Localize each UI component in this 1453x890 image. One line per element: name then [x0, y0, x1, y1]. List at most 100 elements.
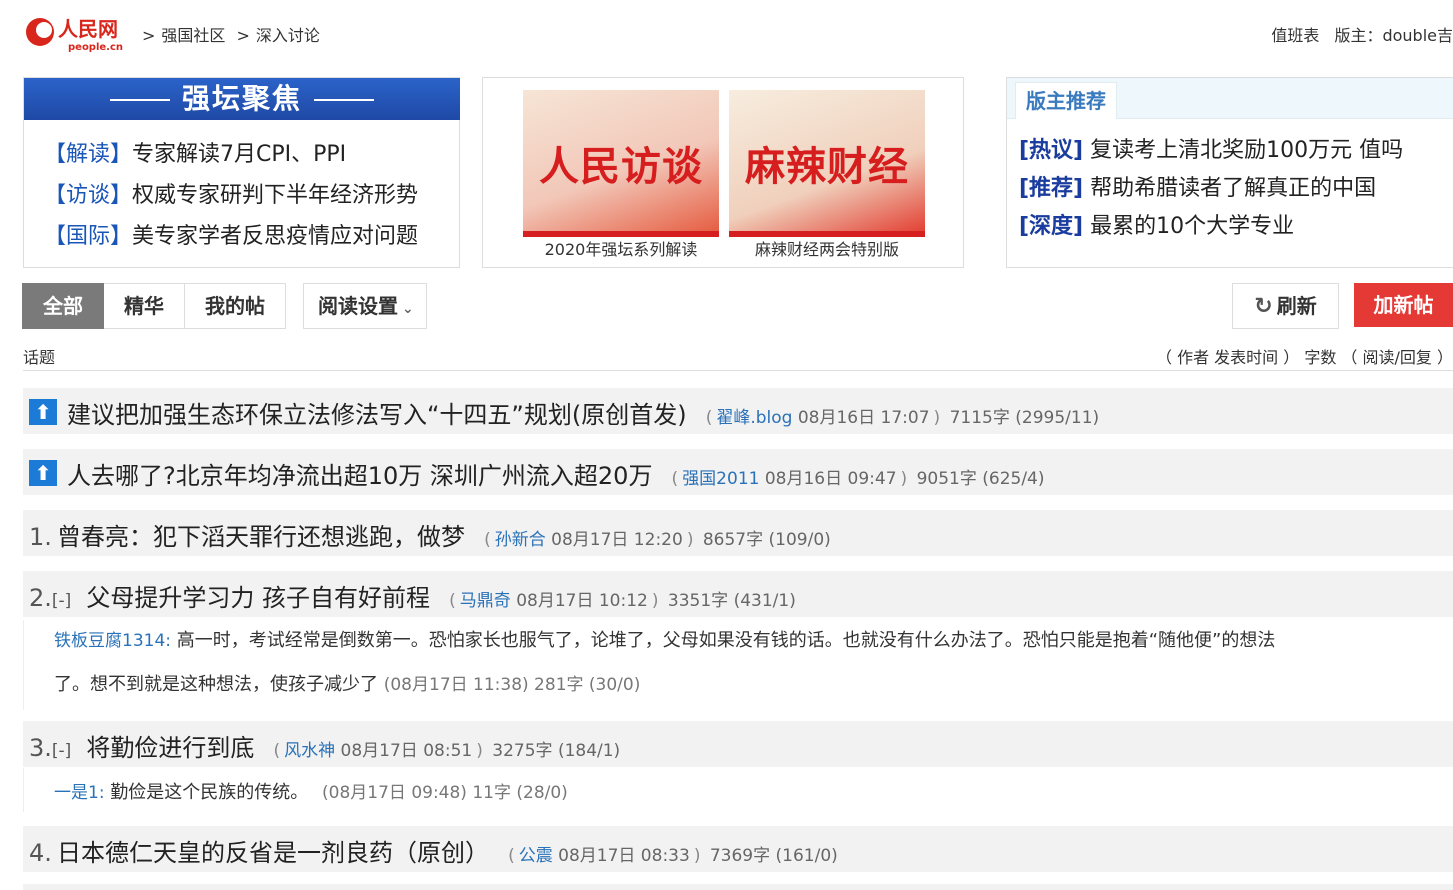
- reply-text[interactable]: 了。想不到就是这种想法，使孩子减少了: [54, 674, 378, 695]
- moderator-label: 版主：double吉: [1334, 26, 1453, 45]
- recommend-item[interactable]: [深度] 最累的10个大学专业: [1019, 210, 1403, 248]
- refresh-button[interactable]: ↻ 刷新: [1232, 283, 1339, 329]
- table-row: 4. 日本德仁天皇的反省是一剂良药（原创） (公震 08月17日 08:33) …: [23, 826, 1453, 872]
- thread-chars: 3351字: [667, 591, 729, 611]
- thread-meta: (风水神 08月17日 08:51) 3275字 (184/1): [273, 741, 621, 761]
- thread-title[interactable]: 日本德仁天皇的反省是一剂良药（原创）: [57, 839, 489, 867]
- focus-text: 专家解读7月CPI、PPI: [132, 142, 347, 167]
- schedule-link[interactable]: 值班表: [1271, 26, 1319, 45]
- filter-tabs: 全部 精华 我的帖: [22, 283, 286, 329]
- focus-item[interactable]: 【访谈】权威专家研判下半年经济形势: [44, 181, 418, 222]
- recommend-item[interactable]: [推荐] 帮助希腊读者了解真正的中国: [1019, 172, 1403, 210]
- thread-stats: (625/4): [982, 469, 1045, 489]
- logo-text: 人民网: [58, 17, 118, 41]
- thread-meta: (马鼎奇 08月17日 10:12) 3351字 (431/1): [449, 591, 796, 611]
- promo-image-finance[interactable]: 麻辣财经: [729, 90, 925, 237]
- breadcrumb-sep: >: [236, 26, 250, 45]
- read-settings-dropdown[interactable]: 阅读设置 ⌄: [303, 283, 427, 329]
- thread-author[interactable]: 公震: [519, 846, 553, 866]
- tab-featured[interactable]: 精华: [104, 283, 185, 329]
- thread-stats: (2995/11): [1015, 408, 1100, 428]
- recommend-header: 版主推荐: [1007, 78, 1453, 119]
- chevron-down-icon: ⌄: [402, 301, 414, 317]
- thread-chars: 9051字: [916, 469, 977, 489]
- recommend-text: 最累的10个大学专业: [1090, 214, 1295, 239]
- focus-text: 权威专家研判下半年经济形势: [132, 183, 419, 208]
- thread-meta: (翟峰.blog 08月16日 17:07) 7115字 (2995/11): [705, 408, 1100, 428]
- thread-time: 08月17日 10:12: [516, 591, 648, 611]
- table-row: ⬆ 人去哪了?北京年均净流出超10万 深圳广州流入超20万 (强国2011 08…: [23, 449, 1453, 495]
- thread-meta: (公震 08月17日 08:33) 7369字 (161/0): [508, 846, 838, 866]
- thread-chars: 3275字: [492, 741, 553, 761]
- thread-title[interactable]: 建议把加强生态环保立法修法写入“十四五”规划(原创首发): [67, 401, 687, 429]
- promo-image-interview[interactable]: 人民访谈: [523, 90, 719, 237]
- thread-title[interactable]: 将勤俭进行到底: [86, 734, 254, 762]
- recommend-list: [热议] 复读考上清北奖励100万元 值吗 [推荐] 帮助希腊读者了解真正的中国…: [1019, 134, 1403, 248]
- thread-chars: 7369字: [709, 846, 771, 866]
- table-row: ⬆ 建议把加强生态环保立法修法写入“十四五”规划(原创首发) (翟峰.blog …: [23, 388, 1453, 434]
- thread-author[interactable]: 翟峰.blog: [716, 408, 792, 428]
- thread-number: 2.: [29, 584, 52, 612]
- reply-meta: (08月17日 11:38) 281字 (30/0): [383, 675, 641, 695]
- reply-meta: (08月17日 09:48) 11字 (28/0): [322, 783, 568, 803]
- banner-line: [109, 99, 170, 101]
- list-header: 话题 （ 作者 发表时间 ） 字数 （ 阅读/回复 ）: [23, 342, 1453, 371]
- reply-text[interactable]: 勤俭是这个民族的传统。: [110, 782, 308, 803]
- breadcrumb-forum[interactable]: 深入讨论: [256, 26, 320, 45]
- logo-sub: people.cn: [68, 42, 123, 53]
- focus-panel: 强坛聚焦 【解读】专家解读7月CPI、PPI 【访谈】权威专家研判下半年经济形势…: [23, 77, 460, 268]
- focus-tag: 【国际】: [44, 224, 133, 249]
- breadcrumb-sep: >: [142, 26, 156, 45]
- reply-item: 一是1: 勤俭是这个民族的传统。 (08月17日 09:48) 11字 (28/…: [23, 768, 1453, 812]
- breadcrumb-community[interactable]: 强国社区: [161, 26, 225, 45]
- thread-time: 08月16日 09:47: [764, 469, 897, 489]
- focus-item[interactable]: 【解读】专家解读7月CPI、PPI: [44, 140, 418, 181]
- table-row: 1. 曾春亮：犯下滔天罪行还想逃跑，做梦 (孙新合 08月17日 12:20) …: [23, 510, 1453, 556]
- banner-line: [314, 99, 374, 101]
- pin-arrow-icon: ⬆: [29, 460, 57, 486]
- focus-banner-title: 强坛聚焦: [181, 82, 302, 115]
- recommend-tag: [深度]: [1019, 214, 1084, 239]
- collapse-toggle[interactable]: [-]: [52, 741, 71, 761]
- reply-author[interactable]: 铁板豆腐1314:: [54, 631, 171, 651]
- recommend-text: 复读考上清北奖励100万元 值吗: [1090, 138, 1404, 163]
- thread-chars: 8657字: [702, 530, 764, 550]
- recommend-item[interactable]: [热议] 复读考上清北奖励100万元 值吗: [1019, 134, 1403, 172]
- thread-title[interactable]: 父母提升学习力 孩子自有好前程: [86, 584, 430, 612]
- thread-stats: (431/1): [733, 591, 796, 611]
- thread-time: 08月17日 08:33: [558, 846, 690, 866]
- recommend-tag: [热议]: [1019, 138, 1084, 163]
- thread-time: 08月17日 08:51: [340, 741, 473, 761]
- thread-author[interactable]: 风水神: [284, 741, 335, 761]
- reply-item: 铁板豆腐1314: 高一时，考试经常是倒数第一。恐怕家长也服气了，论堆了，父母如…: [23, 620, 1453, 710]
- collapse-toggle[interactable]: [-]: [52, 591, 71, 611]
- promo-caption[interactable]: 2020年强坛系列解读: [523, 236, 719, 260]
- thread-number: 4.: [29, 839, 52, 867]
- reply-text[interactable]: 高一时，考试经常是倒数第一。恐怕家长也服气了，论堆了，父母如果没有钱的话。也就没…: [177, 630, 1276, 651]
- thread-author[interactable]: 孙新合: [495, 530, 546, 550]
- people-logo[interactable]: 人民网 people.cn: [24, 14, 124, 54]
- table-row: 2.[-] 父母提升学习力 孩子自有好前程 (马鼎奇 08月17日 10:12)…: [23, 571, 1453, 617]
- reply-author[interactable]: 一是1:: [54, 783, 105, 803]
- refresh-label: 刷新: [1276, 294, 1317, 318]
- tab-my-posts[interactable]: 我的帖: [185, 283, 286, 329]
- thread-author[interactable]: 马鼎奇: [460, 591, 511, 611]
- thread-title[interactable]: 曾春亮：犯下滔天罪行还想逃跑，做梦: [57, 523, 465, 551]
- focus-text: 美专家学者反思疫情应对问题: [132, 224, 419, 249]
- read-settings-label: 阅读设置: [318, 294, 398, 318]
- thread-title[interactable]: 人去哪了?北京年均净流出超10万 深圳广州流入超20万: [67, 462, 652, 490]
- recommend-tag: [推荐]: [1019, 176, 1084, 201]
- tab-all[interactable]: 全部: [22, 283, 104, 329]
- focus-item[interactable]: 【国际】美专家学者反思疫情应对问题: [44, 222, 418, 263]
- top-right-links: 值班表 版主：double吉: [1271, 22, 1453, 46]
- new-post-button[interactable]: 加新帖: [1354, 283, 1453, 327]
- thread-number: 1.: [29, 523, 52, 551]
- thread-author[interactable]: 强国2011: [682, 469, 759, 489]
- recommend-text: 帮助希腊读者了解真正的中国: [1090, 176, 1377, 201]
- focus-list: 【解读】专家解读7月CPI、PPI 【访谈】权威专家研判下半年经济形势 【国际】…: [44, 140, 418, 263]
- focus-tag: 【解读】: [44, 142, 133, 167]
- thread-chars: 7115字: [949, 408, 1010, 428]
- promo-caption[interactable]: 麻辣财经两会特别版: [729, 236, 925, 260]
- recommend-panel: 版主推荐 [热议] 复读考上清北奖励100万元 值吗 [推荐] 帮助希腊读者了解…: [1006, 77, 1453, 268]
- thread-time: 08月17日 12:20: [551, 530, 683, 550]
